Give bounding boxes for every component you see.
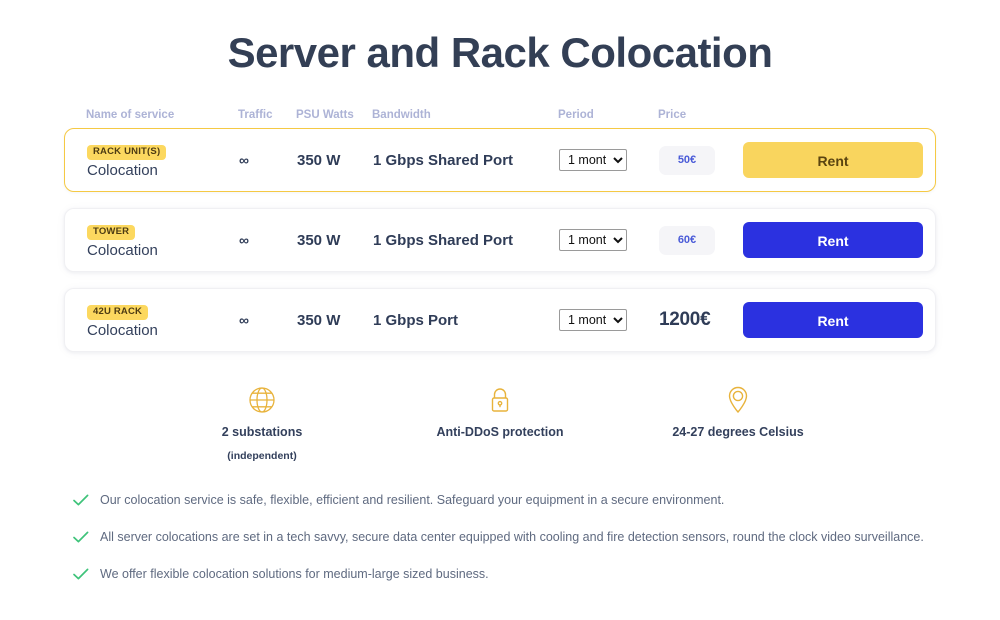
benefit-text: Our colocation service is safe, flexible… bbox=[100, 492, 725, 507]
globe-icon bbox=[249, 387, 275, 414]
benefit-text: We offer flexible colocation solutions f… bbox=[100, 567, 489, 582]
benefit-item: All server colocations are set in a tech… bbox=[72, 529, 1000, 545]
rent-button[interactable]: Rent bbox=[743, 222, 923, 259]
period-cell: 1 month bbox=[559, 229, 659, 252]
service-name: Colocation bbox=[87, 241, 158, 259]
benefit-list: Our colocation service is safe, flexible… bbox=[0, 462, 1000, 583]
feature-sublabel: (independent) bbox=[227, 449, 297, 462]
action-cell: Rent bbox=[743, 222, 923, 259]
colocation-pricing-page: Server and Rack Colocation Name of servi… bbox=[0, 0, 1000, 620]
period-cell: 1 month bbox=[559, 149, 659, 172]
column-header-name: Name of service bbox=[86, 109, 175, 122]
pricing-rows: RACK UNIT(S) Colocation ∞ 350 W1 Gbps Share… bbox=[64, 128, 936, 353]
bandwidth-value: 1 Gbps Port bbox=[373, 311, 459, 329]
benefit-text: All server colocations are set in a tech… bbox=[100, 529, 924, 544]
feature-label: Anti-DDoS protection bbox=[436, 425, 564, 440]
bandwidth-value: 1 Gbps Shared Port bbox=[373, 151, 514, 169]
check-icon bbox=[73, 531, 89, 543]
service-badge: 42U RACK bbox=[87, 304, 149, 320]
price-cell: 60€ bbox=[659, 225, 743, 255]
period-select[interactable]: 1 month bbox=[559, 149, 627, 172]
price-cell: 50€ bbox=[659, 145, 743, 175]
service-cell: 42U RACK Colocation bbox=[87, 301, 239, 340]
check-icon bbox=[73, 494, 89, 506]
column-header-traffic: Traffic bbox=[238, 109, 273, 122]
service-badge: TOWER bbox=[87, 224, 136, 240]
price-value: 1200€ bbox=[659, 309, 711, 331]
service-cell: RACK UNIT(S) Colocation bbox=[87, 141, 239, 180]
service-name: Colocation bbox=[87, 161, 158, 179]
location-pin-icon bbox=[728, 387, 748, 414]
feature-highlights: 2 substations (independent) Anti-DDoS prot… bbox=[0, 368, 1000, 462]
psu-watts-value: 350 W bbox=[297, 151, 341, 169]
service-cell: TOWER Colocation bbox=[87, 221, 239, 260]
pricing-row: RACK UNIT(S) Colocation ∞ 350 W1 Gbps Share… bbox=[64, 128, 936, 193]
check-icon bbox=[73, 568, 89, 580]
feature-item: Anti-DDoS protection bbox=[415, 382, 585, 461]
bandwidth-value: 1 Gbps Shared Port bbox=[373, 231, 514, 249]
pricing-row: 42U RACK Colocation ∞ 350 W1 Gbps Port 1 mon… bbox=[64, 288, 936, 353]
column-header-bandwidth: Bandwidth bbox=[372, 109, 431, 122]
traffic-value: ∞ bbox=[239, 312, 249, 329]
pricing-row: TOWER Colocation ∞ 350 W1 Gbps Shared Port 1… bbox=[64, 208, 936, 273]
service-badge: RACK UNIT(S) bbox=[87, 144, 167, 160]
column-header-price: Price bbox=[658, 109, 687, 122]
benefit-item: Our colocation service is safe, flexible… bbox=[72, 492, 1000, 508]
traffic-value: ∞ bbox=[239, 152, 249, 169]
table-column-headers: Name of service Traffic PSU Watts Bandwi… bbox=[64, 102, 936, 128]
service-name: Colocation bbox=[87, 321, 158, 339]
price-value: 60€ bbox=[659, 225, 715, 255]
period-select[interactable]: 1 month bbox=[559, 229, 627, 252]
action-cell: Rent bbox=[743, 302, 923, 339]
feature-item: 2 substations (independent) bbox=[177, 382, 347, 462]
rent-button[interactable]: Rent bbox=[743, 302, 923, 339]
feature-label: 24-27 degrees Celsius bbox=[672, 425, 804, 440]
column-header-psu-watts: PSU Watts bbox=[296, 109, 354, 122]
pricing-table: Name of service Traffic PSU Watts Bandwi… bbox=[64, 78, 936, 353]
feature-label: 2 substations bbox=[221, 425, 303, 440]
page-title: Server and Rack Colocation bbox=[227, 29, 773, 76]
period-select[interactable]: 1 month bbox=[559, 309, 627, 332]
lock-icon bbox=[491, 388, 509, 413]
benefit-item: We offer flexible colocation solutions f… bbox=[72, 566, 1000, 582]
column-header-period: Period bbox=[558, 109, 594, 122]
psu-watts-value: 350 W bbox=[297, 311, 341, 329]
traffic-value: ∞ bbox=[239, 232, 249, 249]
price-value: 50€ bbox=[659, 145, 715, 175]
price-cell: 1200€ bbox=[659, 309, 743, 331]
psu-watts-value: 350 W bbox=[297, 231, 341, 249]
period-cell: 1 month bbox=[559, 309, 659, 332]
rent-button[interactable]: Rent bbox=[743, 142, 923, 179]
feature-item: 24-27 degrees Celsius bbox=[653, 382, 823, 461]
action-cell: Rent bbox=[743, 142, 923, 179]
